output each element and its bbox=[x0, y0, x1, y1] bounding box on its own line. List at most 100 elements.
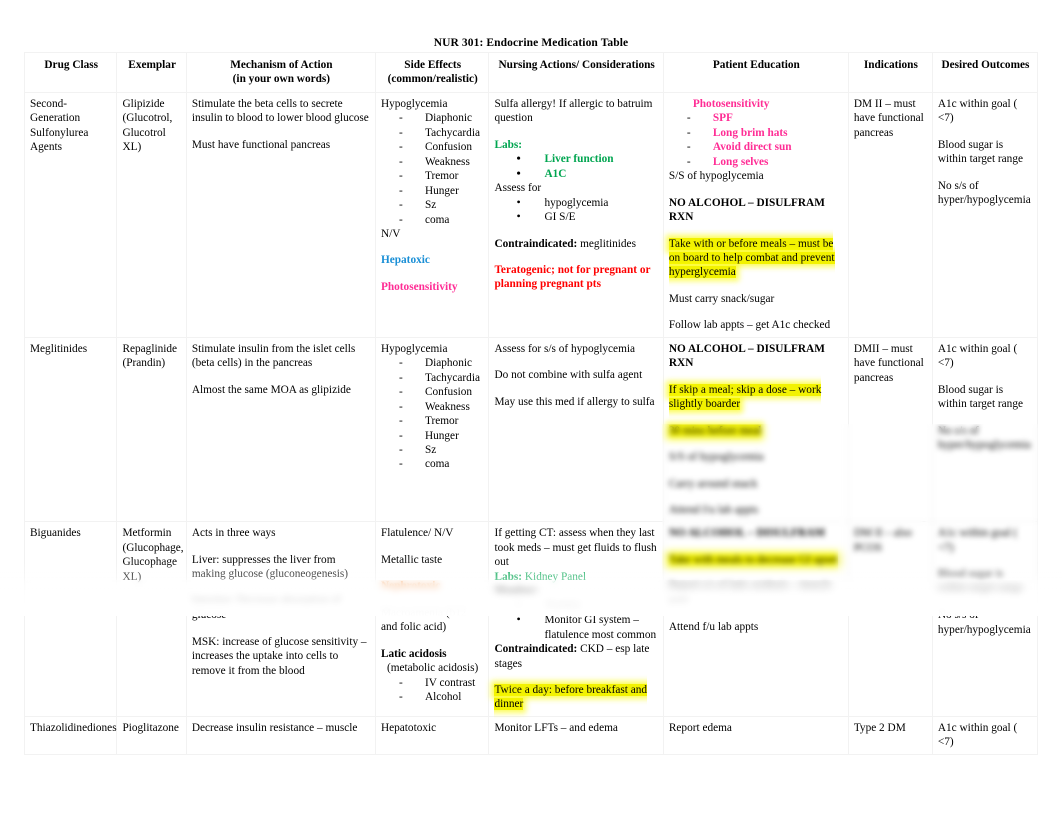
header-line-1: Patient Education bbox=[712, 59, 800, 71]
page-title: NUR 301: Endocrine Medication Table bbox=[433, 37, 629, 49]
header-line-1: Side Effects bbox=[404, 59, 462, 71]
highlight-text: Take with or before meals – must be on b… bbox=[668, 237, 835, 279]
list-item: Diaphonic bbox=[399, 356, 484, 371]
outcome-item: Blood sugar is within target range bbox=[937, 383, 1023, 411]
indications-text: DM II – must have functional pancreas bbox=[853, 97, 924, 139]
nursing-paragraph-1: Monitor LFTs – and edema bbox=[494, 721, 618, 734]
list-item: Alcohol bbox=[399, 690, 484, 705]
cell-indications: Type 2 DM bbox=[847, 715, 933, 755]
list-item: Hunger bbox=[399, 184, 484, 199]
moa-paragraph-2: Liver: suppresses the liver from making … bbox=[191, 553, 349, 581]
list-item: Long selves bbox=[687, 155, 844, 170]
cell-indications: DM II – also PCOS bbox=[847, 521, 933, 717]
cell-drug-class: Thiazolidinediones bbox=[23, 715, 118, 755]
list-item: Tremor bbox=[399, 414, 484, 429]
labs-label: Labs: bbox=[494, 138, 523, 151]
table-row: Meglitinides Repaglinide (Prandin) Stimu… bbox=[23, 336, 1039, 523]
header-line-1: Indications bbox=[863, 59, 918, 71]
column-header-nursing-actions: Nursing Actions/ Considerations bbox=[488, 52, 664, 93]
exemplar-text: Metformin (Glucophage, Glucophage XL) bbox=[122, 527, 184, 583]
moa-paragraph-1: Decrease insulin resistance – muscle bbox=[191, 721, 358, 734]
education-labs: Attend f/u lab appts bbox=[668, 621, 759, 634]
no-alcohol-warning: NO ALCOHOL – DISULFRAM bbox=[668, 527, 825, 540]
cell-nursing-actions: Assess for s/s of hypoglycemia Do not co… bbox=[488, 336, 664, 523]
cell-patient-education: Report edema bbox=[662, 715, 849, 755]
list-item: Confusion bbox=[399, 140, 484, 155]
contraindicated-label: Contraindicated: bbox=[494, 237, 578, 250]
cell-exemplar: Repaglinide (Prandin) bbox=[116, 336, 187, 523]
list-item: Monitor GI system – flatulence most comm… bbox=[516, 612, 658, 642]
endocrine-medication-table: Drug Class Exemplar Mechanism of Action … bbox=[23, 52, 1039, 755]
side-effect-text: Hepatotoxic bbox=[380, 721, 437, 734]
column-header-patient-education: Patient Education bbox=[662, 52, 849, 93]
list-item: Diaphonic bbox=[399, 111, 484, 126]
side-effect-hepatotoxic: Hepatoxic bbox=[380, 254, 430, 267]
header-line-2: (common/realistic) bbox=[387, 73, 478, 86]
labs-value: Kidney Panel bbox=[524, 570, 587, 583]
table-row: Second-Generation Sulfonylurea Agents Gl… bbox=[23, 91, 1039, 338]
moa-paragraph-2: Must have functional pancreas bbox=[191, 138, 331, 151]
list-item: GI S/E bbox=[516, 209, 658, 225]
contraindicated-label: Contraindicated: bbox=[494, 643, 578, 656]
education-text: Report edema bbox=[668, 721, 732, 734]
header-line-1: Exemplar bbox=[128, 59, 176, 71]
assess-label: Assess for bbox=[494, 182, 542, 195]
education-ss: S/S of hypoglycemia bbox=[668, 451, 764, 464]
cell-exemplar: Glipizide (Glucotrol, Glucotrol XL) bbox=[116, 91, 187, 338]
teratogenic-warning: Teratogenic; not for pregnant or plannin… bbox=[494, 263, 651, 291]
photosensitivity-list: SPF Long brim hats Avoid direct sun Long… bbox=[669, 111, 844, 169]
latic-acidosis-sub: (metabolic acidosis) bbox=[386, 662, 479, 675]
nursing-paragraph-1: If getting CT: assess when they last too… bbox=[494, 527, 657, 569]
drug-class-text: Second-Generation Sulfonylurea Agents bbox=[30, 97, 89, 154]
outcome-item: A1c within goal ( <7) bbox=[937, 721, 1018, 749]
list-item: Weakness bbox=[399, 400, 484, 415]
column-header-side-effects: Side Effects (common/realistic) bbox=[374, 52, 490, 93]
cell-desired-outcomes: A1c within goal ( <7) Blood sugar is wit… bbox=[931, 91, 1039, 338]
cell-desired-outcomes: A1c within goal ( <7) bbox=[931, 715, 1039, 755]
outcome-item: No s/s of hyper/hypoglycemia bbox=[937, 609, 1031, 636]
outcome-item: No s/s of hyper/hypoglycemia bbox=[937, 424, 1031, 452]
drug-class-text: Meglitinides bbox=[30, 342, 88, 355]
indications-text: DM II – also PCOS bbox=[853, 527, 912, 554]
nursing-highlight: Twice a day: before breakfast and dinner bbox=[494, 683, 658, 712]
indications-text: Type 2 DM bbox=[853, 721, 906, 734]
highlight-text: If skip a meal; skip a dose – work sligh… bbox=[668, 383, 822, 411]
list-item: A1C bbox=[516, 166, 658, 182]
outcome-item: Blood sugar is within target range bbox=[937, 138, 1023, 166]
moa-paragraph-1: Stimulate the beta cells to secrete insu… bbox=[191, 97, 369, 125]
nursing-paragraph-1: Sulfa allergy! If allergic to batruim qu… bbox=[494, 97, 653, 125]
education-highlight: Take with meals to decrease GI upset bbox=[668, 553, 844, 567]
labs-label: Labs: bbox=[494, 570, 523, 583]
list-item: Weakness bbox=[399, 155, 484, 170]
no-alcohol-warning: NO ALCOHOL – DISULFRAM RXN bbox=[668, 342, 825, 370]
outcome-item: A1c within goal ( <7) bbox=[937, 342, 1018, 370]
cell-drug-class: Meglitinides bbox=[23, 336, 118, 523]
labs-list: Liver function A1C bbox=[494, 151, 658, 182]
side-effect-photosensitivity: Photosensitivity bbox=[380, 280, 458, 293]
document-page: NUR 301: Endocrine Medication Table Drug… bbox=[0, 0, 1062, 825]
side-effect-heading: Hypoglycemia bbox=[380, 342, 448, 355]
monitor-label: Monitor: bbox=[494, 585, 539, 598]
cell-side-effects: Hypoglycemia Diaphonic Tachycardia Confu… bbox=[374, 91, 490, 338]
outcome-item: Blood sugar is within target range bbox=[937, 568, 1023, 595]
header-line-1: Drug Class bbox=[44, 59, 99, 71]
side-effect-nephrotoxic: Nephrotoxic bbox=[380, 580, 441, 593]
table-row: Biguanides Metformin (Glucophage, Glucop… bbox=[23, 521, 1039, 717]
moa-paragraph-1: Stimulate insulin from the islet cells (… bbox=[191, 342, 356, 370]
cell-mechanism-of-action: Decrease insulin resistance – muscle bbox=[185, 715, 376, 755]
column-header-desired-outcomes: Desired Outcomes bbox=[931, 52, 1039, 93]
outcome-item: A1c within goal ( <7) bbox=[937, 527, 1018, 554]
list-item: coma bbox=[399, 457, 484, 472]
cell-side-effects: Flatulence/ N/V Metallic taste Nephrotox… bbox=[374, 521, 490, 717]
list-item: Avoid direct sun bbox=[687, 140, 844, 155]
nursing-paragraph-2: Do not combine with sulfa agent bbox=[494, 369, 643, 382]
cell-indications: DMII – must have functional pancreas bbox=[847, 336, 933, 523]
outcome-item: No s/s of hyper/hypoglycemia bbox=[937, 179, 1031, 207]
assess-list: hypoglycemia GI S/E bbox=[494, 195, 658, 225]
cell-indications: DM II – must have functional pancreas bbox=[847, 91, 933, 338]
cell-side-effects: Hypoglycemia Diaphonic Tachycardia Confu… bbox=[374, 336, 490, 523]
header-line-2: (in your own words) bbox=[232, 73, 331, 86]
list-item: Confusion bbox=[399, 385, 484, 400]
cell-desired-outcomes: A1c within goal ( <7) Blood sugar is wit… bbox=[931, 521, 1039, 717]
side-effect-heading: Hypoglycemia bbox=[380, 97, 448, 110]
